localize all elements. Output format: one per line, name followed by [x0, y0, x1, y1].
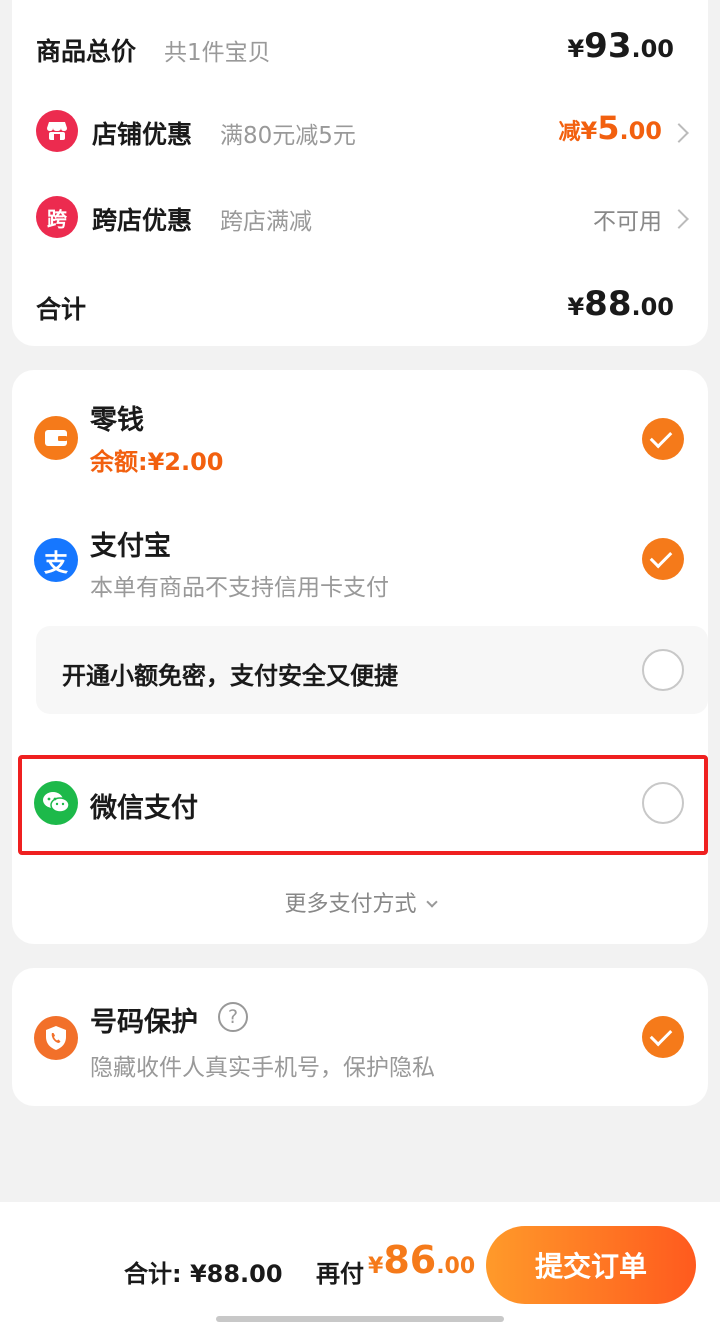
price-summary-card: 商品总价 共1件宝贝 ¥93.00 店铺优惠 满80元减5元 减¥5.00 跨 … — [12, 0, 708, 346]
number-protection-card: 号码保护 ? 隐藏收件人真实手机号，保护隐私 — [12, 968, 708, 1106]
cross-store-icon: 跨 — [36, 196, 78, 238]
bottom-pay-amount: ¥86.00 — [368, 1238, 476, 1282]
more-payment-label: 更多支付方式 — [284, 892, 417, 917]
help-icon[interactable]: ? — [218, 1002, 248, 1032]
shop-discount-value: 减¥5.00 — [558, 109, 663, 147]
pay-prefix: 再付 — [316, 1260, 364, 1288]
number-protection-title: 号码保护 — [90, 1007, 198, 1038]
checkout-bar: 合计: ¥88.00 再付 ¥86.00 提交订单 — [0, 1202, 720, 1324]
alipay-title: 支付宝 — [90, 531, 171, 562]
total-label: 合计 — [36, 295, 87, 324]
chevron-right-icon — [669, 209, 689, 229]
cross-discount-desc: 跨店满减 — [220, 209, 312, 235]
total-price: ¥88.00 — [567, 284, 674, 324]
home-indicator — [216, 1316, 504, 1322]
cross-discount-row[interactable]: 跨 跨店优惠 跨店满减 不可用 — [12, 196, 708, 242]
free-pay-option[interactable]: 开通小额免密，支付安全又便捷 — [36, 626, 708, 714]
bottom-total: 合计: ¥88.00 — [124, 1260, 283, 1288]
chevron-down-icon — [425, 896, 438, 908]
payment-option-alipay[interactable]: 支 支付宝 本单有商品不支持信用卡支付 — [12, 522, 708, 602]
payment-method-card: 零钱 余额:¥2.00 支 支付宝 本单有商品不支持信用卡支付 开通小额免密，支… — [12, 370, 708, 944]
alipay-icon: 支 — [34, 538, 78, 582]
wallet-icon — [34, 416, 78, 460]
submit-order-button[interactable]: 提交订单 — [486, 1226, 696, 1304]
more-payment-link[interactable]: 更多支付方式 — [12, 886, 708, 920]
chevron-right-icon — [669, 123, 689, 143]
number-protection-row[interactable]: 号码保护 ? 隐藏收件人真实手机号，保护隐私 — [12, 1000, 708, 1084]
goods-count: 共1件宝贝 — [164, 40, 271, 66]
change-balance: 余额:¥2.00 — [90, 448, 224, 476]
total-row: 合计 ¥88.00 — [12, 284, 708, 328]
payment-option-change[interactable]: 零钱 余额:¥2.00 — [12, 398, 708, 478]
goods-total-label: 商品总价 — [36, 37, 137, 66]
wechat-highlight-box — [18, 755, 708, 855]
alipay-note: 本单有商品不支持信用卡支付 — [90, 575, 389, 601]
phone-shield-icon — [34, 1016, 78, 1060]
cross-discount-value: 不可用 — [593, 209, 662, 235]
shop-discount-desc: 满80元减5元 — [220, 123, 356, 149]
goods-total-price: ¥93.00 — [567, 26, 674, 66]
shop-icon — [36, 110, 78, 152]
shop-discount-row[interactable]: 店铺优惠 满80元减5元 减¥5.00 — [12, 109, 708, 156]
shop-discount-label: 店铺优惠 — [92, 120, 193, 149]
cross-discount-label: 跨店优惠 — [92, 206, 193, 235]
number-protection-check-icon[interactable] — [642, 1016, 684, 1058]
goods-total-row: 商品总价 共1件宝贝 ¥93.00 — [12, 26, 708, 70]
alipay-check-icon[interactable] — [642, 538, 684, 580]
free-pay-radio[interactable] — [642, 649, 684, 691]
change-check-icon[interactable] — [642, 418, 684, 460]
free-pay-label: 开通小额免密，支付安全又便捷 — [62, 662, 398, 690]
number-protection-desc: 隐藏收件人真实手机号，保护隐私 — [90, 1055, 435, 1081]
change-title: 零钱 — [90, 405, 144, 436]
